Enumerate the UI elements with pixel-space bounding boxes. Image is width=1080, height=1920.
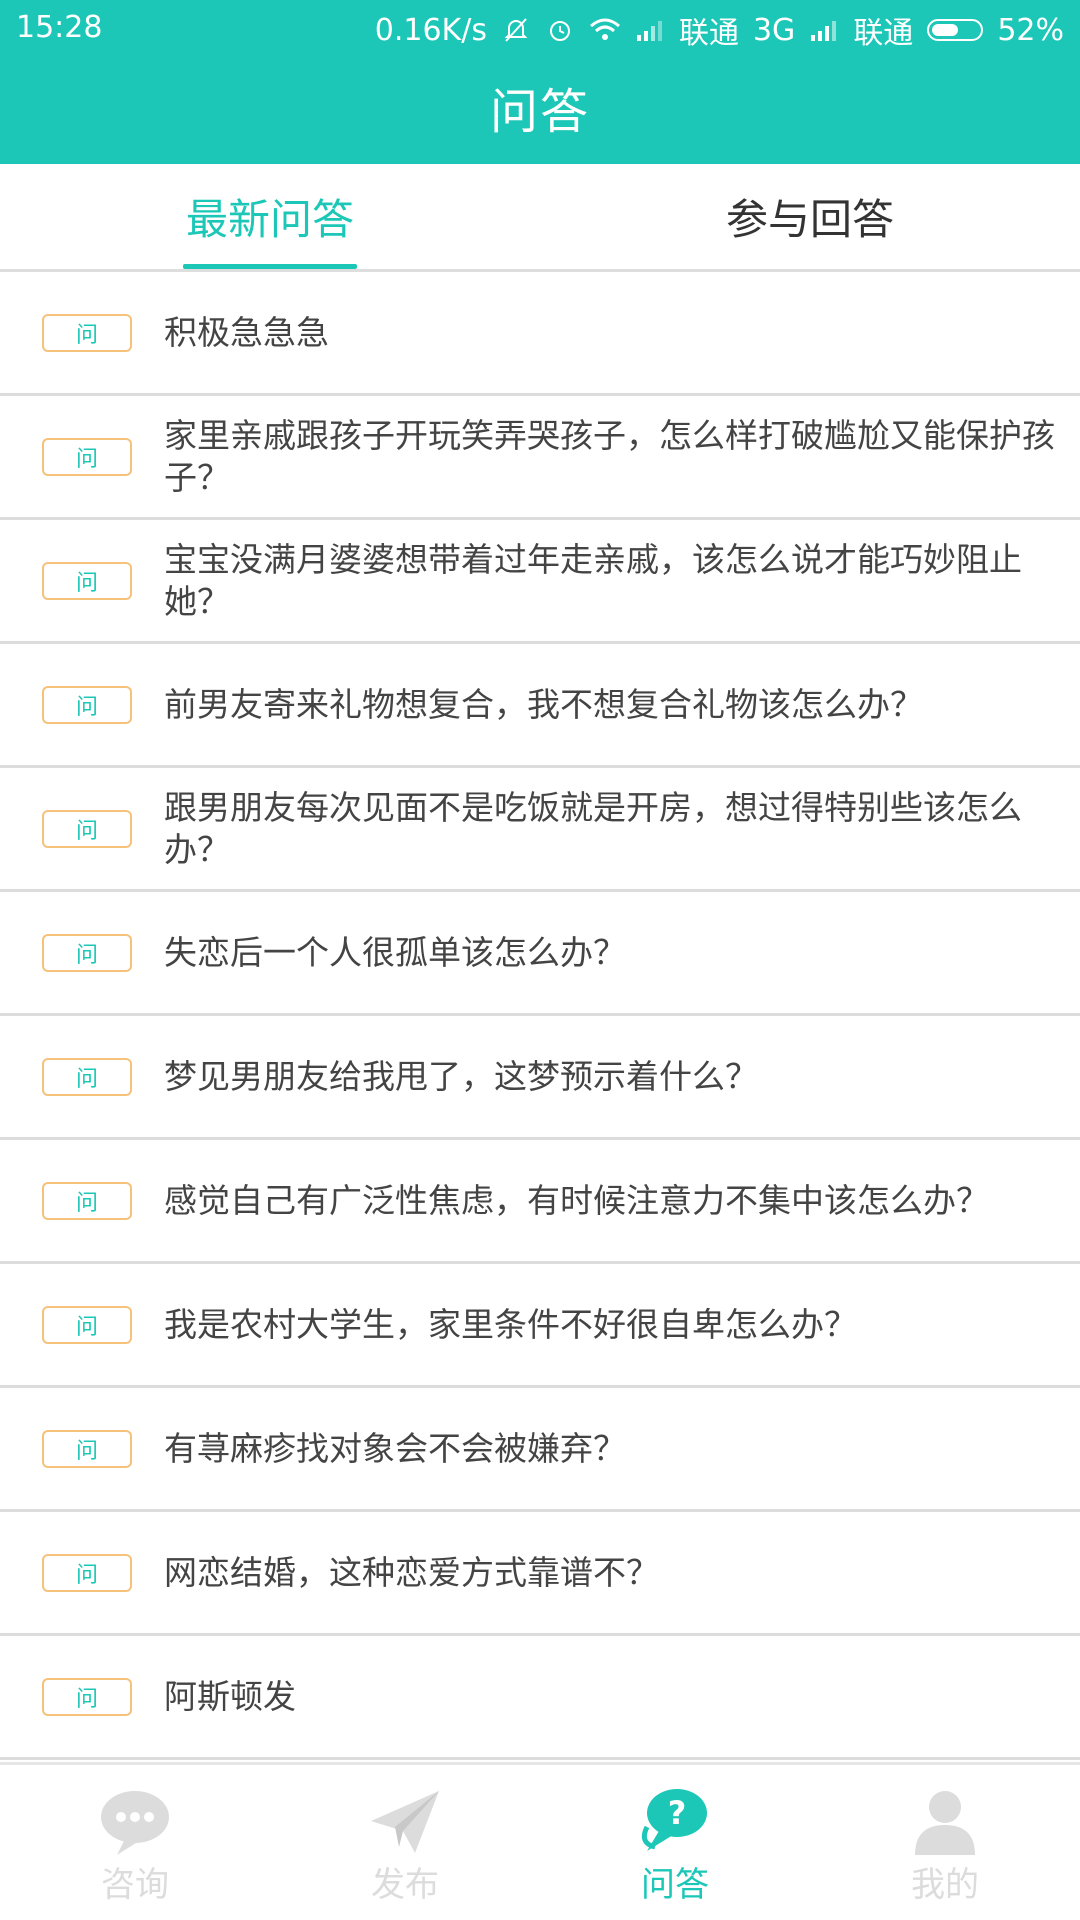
question-text: 梦见男朋友给我甩了，这梦预示着什么？ xyxy=(164,1056,758,1096)
question-badge: 问 xyxy=(42,313,132,352)
question-badge: 问 xyxy=(42,1677,132,1716)
tab-latest-qa[interactable]: 最新问答 xyxy=(0,164,540,269)
nav-qa[interactable]: ? 问答 xyxy=(540,1765,810,1920)
carrier-2: 联通 xyxy=(853,16,914,51)
tab-join-answer[interactable]: 参与回答 xyxy=(540,164,1080,269)
question-text: 阿斯顿发 xyxy=(164,1676,296,1716)
top-bar: 15:28 0.16K/s 联通 3G 联通 52% 问答 xyxy=(0,0,1080,164)
carrier-1: 联通 xyxy=(678,16,739,51)
list-item[interactable]: 问 宝宝没满月婆婆想带着过年走亲戚，该怎么说才能巧妙阻止她？ xyxy=(0,520,1080,644)
status-bar: 15:28 0.16K/s 联通 3G 联通 52% xyxy=(0,0,1080,56)
network-type: 3G xyxy=(752,12,796,48)
list-item[interactable]: 问 跟男朋友每次见面不是吃饭就是开房，想过得特别些该怎么办？ xyxy=(0,768,1080,892)
question-badge: 问 xyxy=(42,1057,132,1096)
question-text: 我是农村大学生，家里条件不好很自卑怎么办？ xyxy=(164,1304,857,1344)
list-item[interactable]: 问 有荨麻疹找对象会不会被嫌弃？ xyxy=(0,1388,1080,1512)
question-badge: 问 xyxy=(42,685,132,724)
question-badge: 问 xyxy=(42,561,132,600)
person-icon xyxy=(915,1791,975,1855)
list-item[interactable]: 问 感觉自己有广泛性焦虑，有时候注意力不集中该怎么办？ xyxy=(0,1140,1080,1264)
question-badge: 问 xyxy=(42,933,132,972)
wifi-icon xyxy=(589,16,621,44)
list-item[interactable]: 问 梦见男朋友给我甩了，这梦预示着什么？ xyxy=(0,1016,1080,1140)
bottom-nav: 咨询 发布 ? 问答 我的 xyxy=(0,1762,1080,1920)
question-badge: 问 xyxy=(42,1305,132,1344)
alarm-icon xyxy=(545,15,575,45)
status-time: 15:28 xyxy=(16,10,103,45)
question-text: 失恋后一个人很孤单该怎么办？ xyxy=(164,932,626,972)
svg-text:?: ? xyxy=(668,1794,687,1832)
tab-latest-qa-label: 最新问答 xyxy=(185,195,354,244)
question-badge: 问 xyxy=(42,1553,132,1592)
active-tab-indicator xyxy=(183,264,357,269)
question-badge: 问 xyxy=(42,1181,132,1220)
question-text: 宝宝没满月婆婆想带着过年走亲戚，该怎么说才能巧妙阻止她？ xyxy=(164,539,1022,621)
list-item[interactable]: 问 积极急急急 xyxy=(0,272,1080,396)
nav-consult-label: 咨询 xyxy=(101,1865,169,1905)
chat-bubble-icon xyxy=(101,1791,169,1855)
tab-bar: 最新问答 参与回答 xyxy=(0,164,1080,272)
nav-mine[interactable]: 我的 xyxy=(810,1765,1080,1920)
page-title: 问答 xyxy=(489,84,590,140)
nav-publish-label: 发布 xyxy=(371,1865,439,1905)
tab-join-answer-label: 参与回答 xyxy=(725,195,894,244)
question-text: 跟男朋友每次见面不是吃饭就是开房，想过得特别些该怎么办？ xyxy=(164,787,1022,869)
question-text: 前男友寄来礼物想复合，我不想复合礼物该怎么办？ xyxy=(164,684,923,724)
question-text: 网恋结婚，这种恋爱方式靠谱不？ xyxy=(164,1552,659,1592)
nav-consult[interactable]: 咨询 xyxy=(0,1765,270,1920)
network-speed: 0.16K/s xyxy=(374,12,487,48)
paper-plane-icon xyxy=(371,1791,439,1853)
list-item[interactable]: 问 失恋后一个人很孤单该怎么办？ xyxy=(0,892,1080,1016)
list-item[interactable]: 问 我是农村大学生，家里条件不好很自卑怎么办？ xyxy=(0,1264,1080,1388)
list-item[interactable]: 问 前男友寄来礼物想复合，我不想复合礼物该怎么办？ xyxy=(0,644,1080,768)
nav-mine-label: 我的 xyxy=(911,1865,979,1905)
question-text: 积极急急急 xyxy=(164,312,329,352)
question-badge: 问 xyxy=(42,437,132,476)
question-list: 问 积极急急急 问 家里亲戚跟孩子开玩笑弄哭孩子，怎么样打破尴尬又能保护孩子？ … xyxy=(0,272,1080,1762)
question-text: 有荨麻疹找对象会不会被嫌弃？ xyxy=(164,1428,626,1468)
question-badge: 问 xyxy=(42,1429,132,1468)
question-badge: 问 xyxy=(42,809,132,848)
nav-publish[interactable]: 发布 xyxy=(270,1765,540,1920)
list-item[interactable]: 问 家里亲戚跟孩子开玩笑弄哭孩子，怎么样打破尴尬又能保护孩子？ xyxy=(0,396,1080,520)
status-indicators: 0.16K/s 联通 3G 联通 52% xyxy=(375,8,1064,52)
list-item[interactable]: 问 网恋结婚，这种恋爱方式靠谱不？ xyxy=(0,1512,1080,1636)
list-item[interactable]: 问 阿斯顿发 xyxy=(0,1636,1080,1760)
question-bubble-icon: ? xyxy=(641,1789,707,1851)
nav-qa-label: 问答 xyxy=(641,1865,709,1905)
question-text: 家里亲戚跟孩子开玩笑弄哭孩子，怎么样打破尴尬又能保护孩子？ xyxy=(164,415,1055,497)
battery-icon xyxy=(927,19,984,41)
mute-icon xyxy=(501,15,531,45)
signal-icon-2 xyxy=(809,19,839,41)
question-text: 感觉自己有广泛性焦虑，有时候注意力不集中该怎么办？ xyxy=(164,1180,989,1220)
signal-icon xyxy=(635,19,665,41)
battery-percent: 52% xyxy=(997,12,1064,48)
